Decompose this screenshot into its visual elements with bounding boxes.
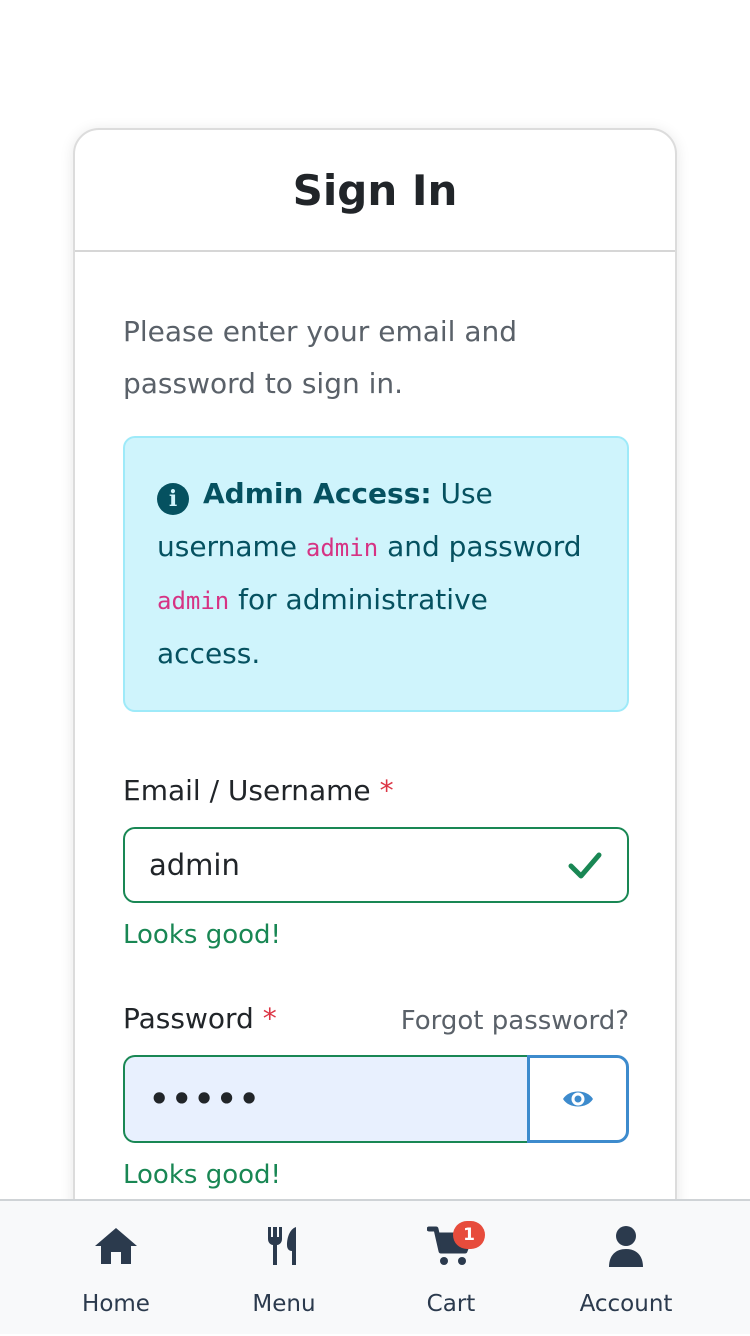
cart-count-badge: 1 (453, 1221, 485, 1249)
email-label-text: Email / Username (123, 774, 371, 807)
nav-label-menu: Menu (252, 1291, 316, 1317)
nav-item-cart[interactable]: 1 Cart (366, 1201, 536, 1336)
info-circle-icon: i (157, 483, 189, 515)
alert-code-password: admin (157, 587, 230, 615)
utensils-icon (268, 1227, 296, 1265)
password-field[interactable]: ••••• (123, 1055, 527, 1143)
alert-code-username: admin (305, 533, 379, 562)
alert-text-2: and password (387, 529, 582, 563)
page-title: Sign In (292, 165, 458, 215)
password-input-group: ••••• (123, 1055, 629, 1143)
user-icon (609, 1226, 643, 1267)
password-valid-feedback: Looks good! (123, 1160, 281, 1190)
email-valid-feedback: Looks good! (123, 920, 281, 950)
toggle-password-button[interactable] (527, 1055, 629, 1143)
alert-title: Admin Access: (203, 477, 432, 510)
admin-info-alert: i Admin Access: Use username admin and pa… (123, 436, 629, 712)
email-field[interactable]: admin (123, 827, 629, 903)
password-label-text: Password (123, 1002, 254, 1035)
nav-item-account[interactable]: Account (541, 1201, 711, 1336)
nav-label-cart: Cart (426, 1291, 476, 1317)
nav-label-home: Home (82, 1291, 150, 1317)
check-icon (568, 852, 602, 879)
password-label: Password * (123, 1002, 277, 1035)
required-mark: * (262, 1002, 277, 1035)
card-header: Sign In (75, 130, 675, 252)
home-icon (95, 1228, 137, 1264)
nav-item-home[interactable]: Home (31, 1201, 201, 1336)
bottom-nav: Home Menu 1 Cart Account (0, 1199, 750, 1334)
email-value: admin (149, 848, 240, 882)
required-mark: * (379, 774, 394, 807)
nav-item-menu[interactable]: Menu (199, 1201, 369, 1336)
email-label: Email / Username * (123, 774, 394, 807)
forgot-password-link[interactable]: Forgot password? (401, 1006, 629, 1036)
eye-icon (563, 1091, 593, 1107)
sign-in-card: Sign In Please enter your email and pass… (73, 128, 677, 1268)
intro-text: Please enter your email and password to … (123, 315, 518, 400)
nav-label-account: Account (579, 1291, 673, 1317)
